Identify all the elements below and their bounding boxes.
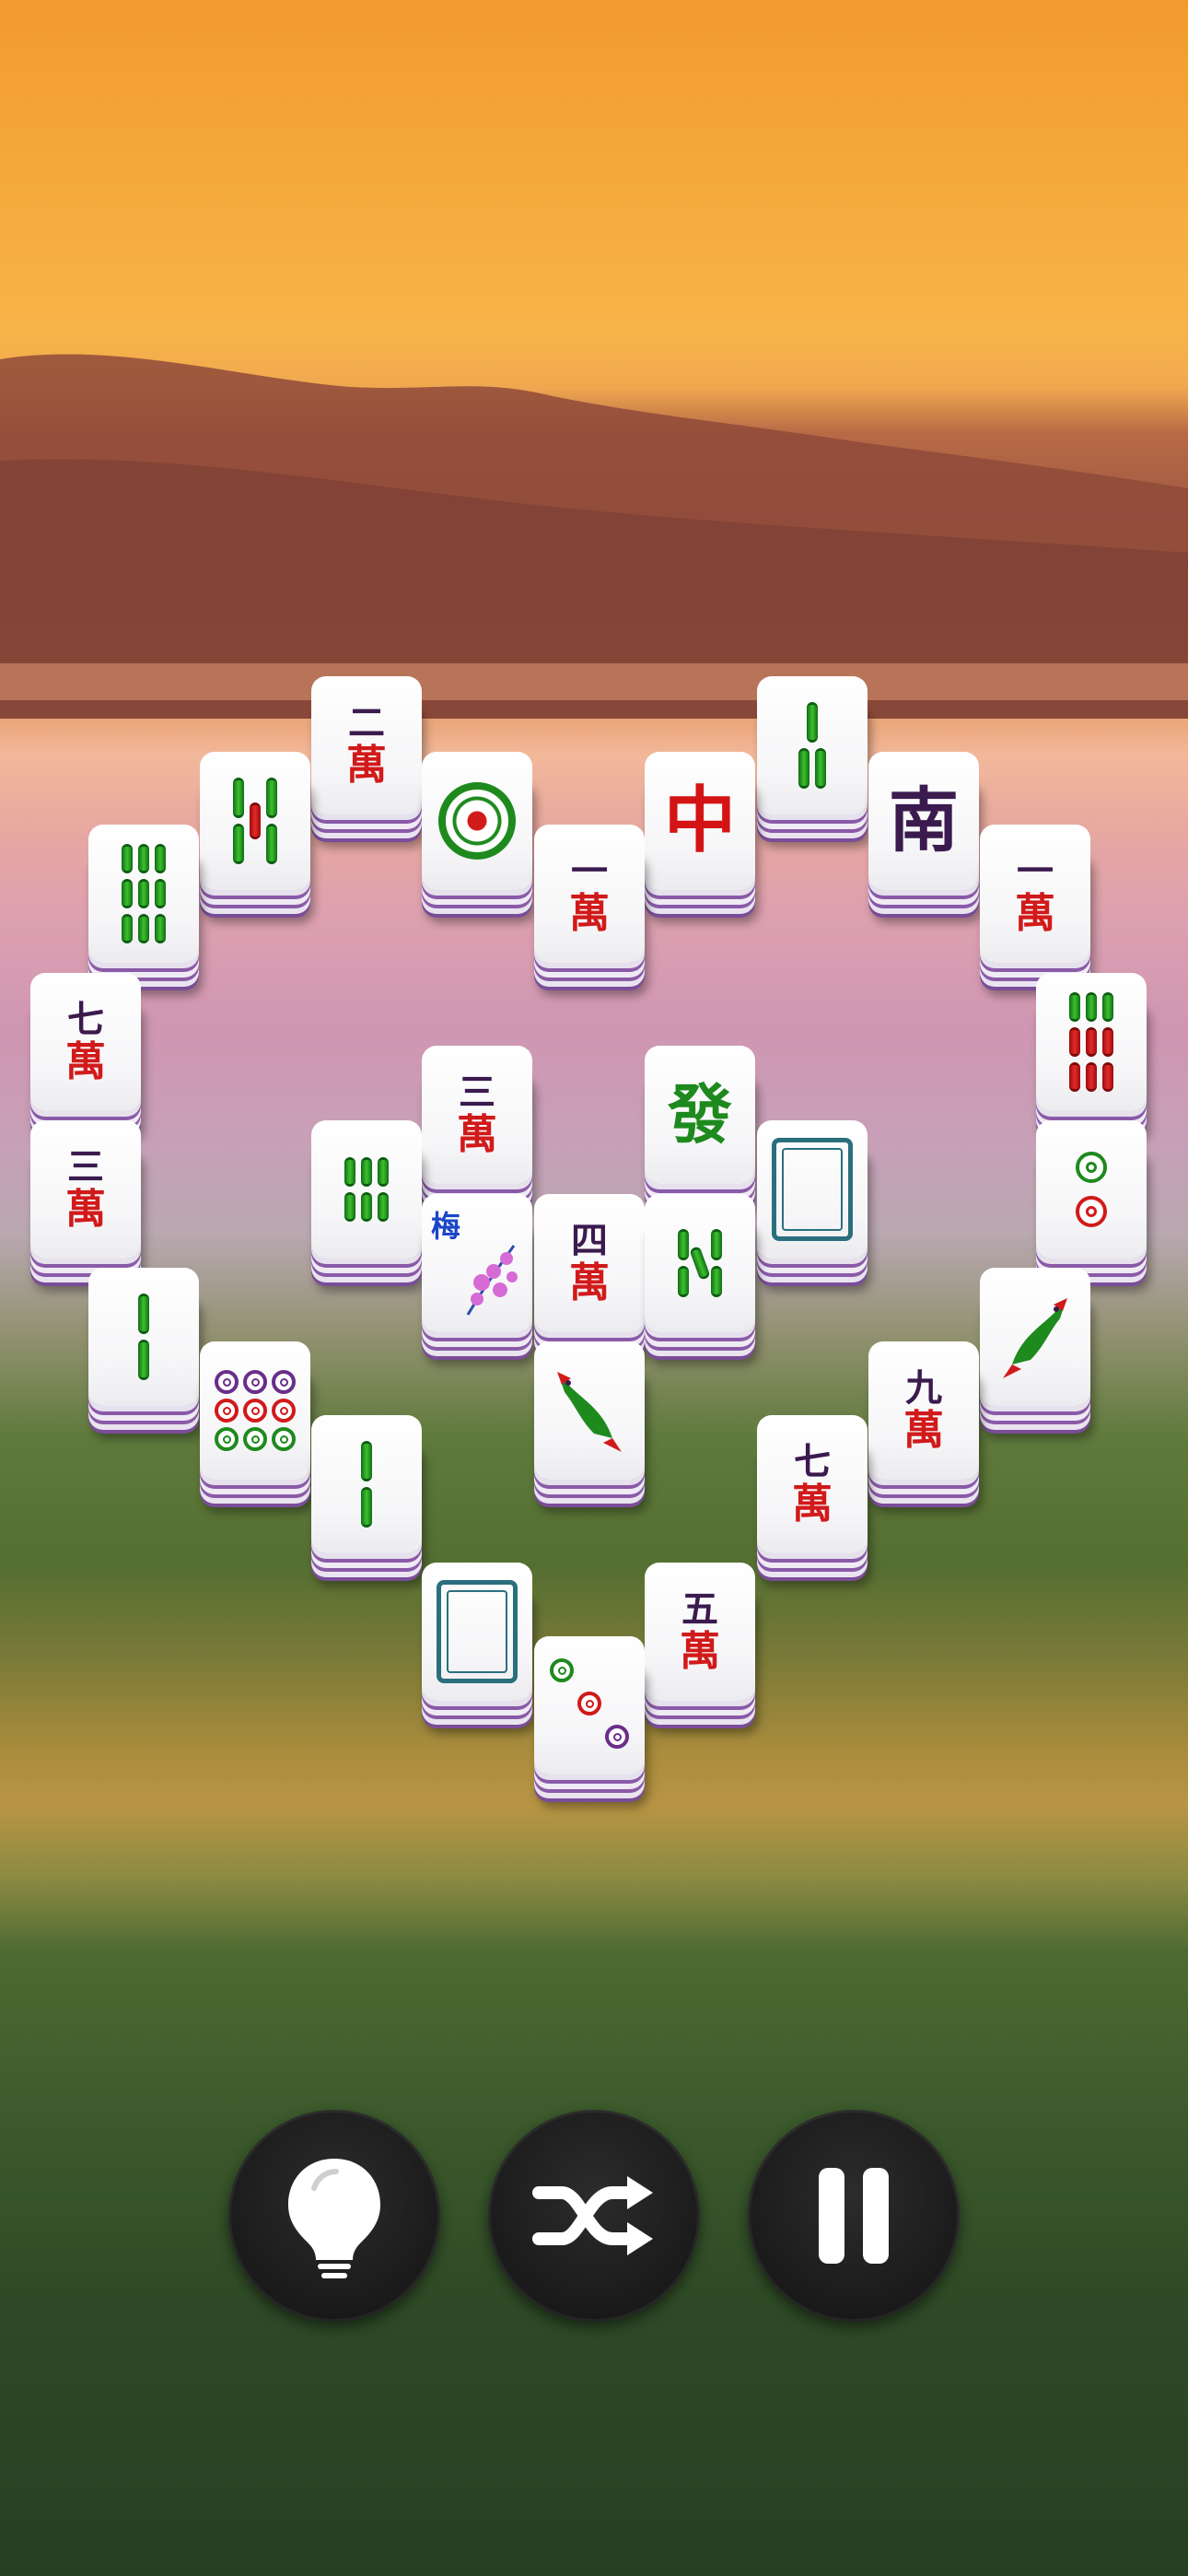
tile-flower[interactable]: 梅 <box>422 1194 532 1332</box>
tile-green-dragon[interactable]: 發 <box>645 1046 755 1184</box>
tile-wind[interactable]: 南 <box>868 752 979 890</box>
tile-glyph: 梅 <box>431 1209 461 1244</box>
tile-bamboo[interactable] <box>88 1268 199 1406</box>
dots-icon <box>215 1370 296 1451</box>
tile-glyph: 南 <box>889 779 959 861</box>
tile-white-dragon[interactable] <box>422 1563 532 1701</box>
bamboo-icon <box>361 1441 372 1528</box>
tile-red-dragon[interactable]: 中 <box>645 752 755 890</box>
tile-suit: 萬 <box>1015 890 1055 937</box>
tile-number: 九 <box>905 1366 942 1410</box>
tile-bird[interactable] <box>534 1341 645 1480</box>
bamboo-icon <box>798 702 826 789</box>
bird-icon <box>1003 1298 1067 1378</box>
tile-suit: 萬 <box>65 1186 106 1233</box>
tile-circle[interactable] <box>534 1636 645 1774</box>
tile-character[interactable]: 三 萬 <box>30 1120 141 1259</box>
pause-icon <box>819 2168 889 2264</box>
dots-icon <box>1076 1152 1107 1227</box>
bamboo-icon <box>122 844 166 943</box>
tile-character[interactable]: 一 萬 <box>980 825 1090 963</box>
tile-number: 一 <box>571 849 608 893</box>
tile-character[interactable]: 七 萬 <box>757 1415 868 1553</box>
bamboo-icon <box>138 1294 149 1380</box>
tile-bamboo[interactable] <box>645 1194 755 1332</box>
plum-blossom-icon <box>466 1245 518 1316</box>
tile-bamboo[interactable] <box>200 752 310 890</box>
tile-number: 二 <box>348 701 385 744</box>
tile-circle[interactable] <box>422 752 532 890</box>
bamboo-icon <box>233 778 277 864</box>
bird-icon <box>557 1372 622 1452</box>
tile-character[interactable]: 五 萬 <box>645 1563 755 1701</box>
shuffle-button[interactable] <box>488 2110 700 2322</box>
tile-character[interactable]: 七 萬 <box>30 973 141 1111</box>
bamboo-icon <box>678 1229 722 1297</box>
tile-bird[interactable] <box>980 1268 1090 1406</box>
tile-glyph: 中 <box>663 779 736 862</box>
pause-button[interactable] <box>748 2110 960 2322</box>
tile-suit: 萬 <box>680 1628 720 1675</box>
tile-number: 三 <box>459 1071 495 1114</box>
tile-circle[interactable] <box>200 1341 310 1480</box>
tile-suit: 萬 <box>65 1038 106 1085</box>
hint-button[interactable] <box>228 2110 440 2322</box>
tile-number: 七 <box>794 1440 831 1483</box>
tile-character[interactable]: 一 萬 <box>534 825 645 963</box>
tile-suit: 萬 <box>457 1111 497 1158</box>
bamboo-icon <box>344 1157 389 1222</box>
tile-character[interactable]: 二 萬 <box>311 676 422 814</box>
frame-icon <box>437 1580 518 1683</box>
tile-bamboo[interactable] <box>1036 973 1147 1111</box>
tile-bamboo[interactable] <box>757 676 868 814</box>
tile-number: 七 <box>67 998 104 1041</box>
tile-suit: 萬 <box>346 742 387 789</box>
tile-glyph: 發 <box>668 1076 732 1153</box>
tile-character[interactable]: 四 萬 <box>534 1194 645 1332</box>
wheel-icon <box>438 782 516 860</box>
shuffle-icon <box>532 2176 653 2255</box>
lightbulb-icon <box>288 2159 380 2278</box>
bamboo-icon <box>1069 992 1113 1092</box>
tile-circle[interactable] <box>1036 1120 1147 1259</box>
dots-icon <box>548 1655 631 1756</box>
tile-white-dragon[interactable] <box>757 1120 868 1259</box>
tile-bamboo[interactable] <box>88 825 199 963</box>
tile-suit: 萬 <box>903 1407 944 1454</box>
tile-character[interactable]: 三 萬 <box>422 1046 532 1184</box>
frame-icon <box>772 1138 853 1241</box>
tile-number: 一 <box>1017 849 1054 893</box>
tile-number: 四 <box>571 1219 608 1262</box>
control-bar <box>0 2110 1188 2331</box>
tile-suit: 萬 <box>792 1481 833 1528</box>
tile-number: 五 <box>681 1587 718 1631</box>
tile-bamboo[interactable] <box>311 1415 422 1553</box>
game-scene: 二 萬 中 南 一 萬 一 萬 七 萬 三 萬 發 三 萬 梅 四 萬 九 萬 … <box>0 0 1188 2576</box>
tile-suit: 萬 <box>569 1259 610 1306</box>
tile-number: 三 <box>67 1145 104 1188</box>
tile-character[interactable]: 九 萬 <box>868 1341 979 1480</box>
tile-bamboo[interactable] <box>311 1120 422 1259</box>
tile-suit: 萬 <box>569 890 610 937</box>
